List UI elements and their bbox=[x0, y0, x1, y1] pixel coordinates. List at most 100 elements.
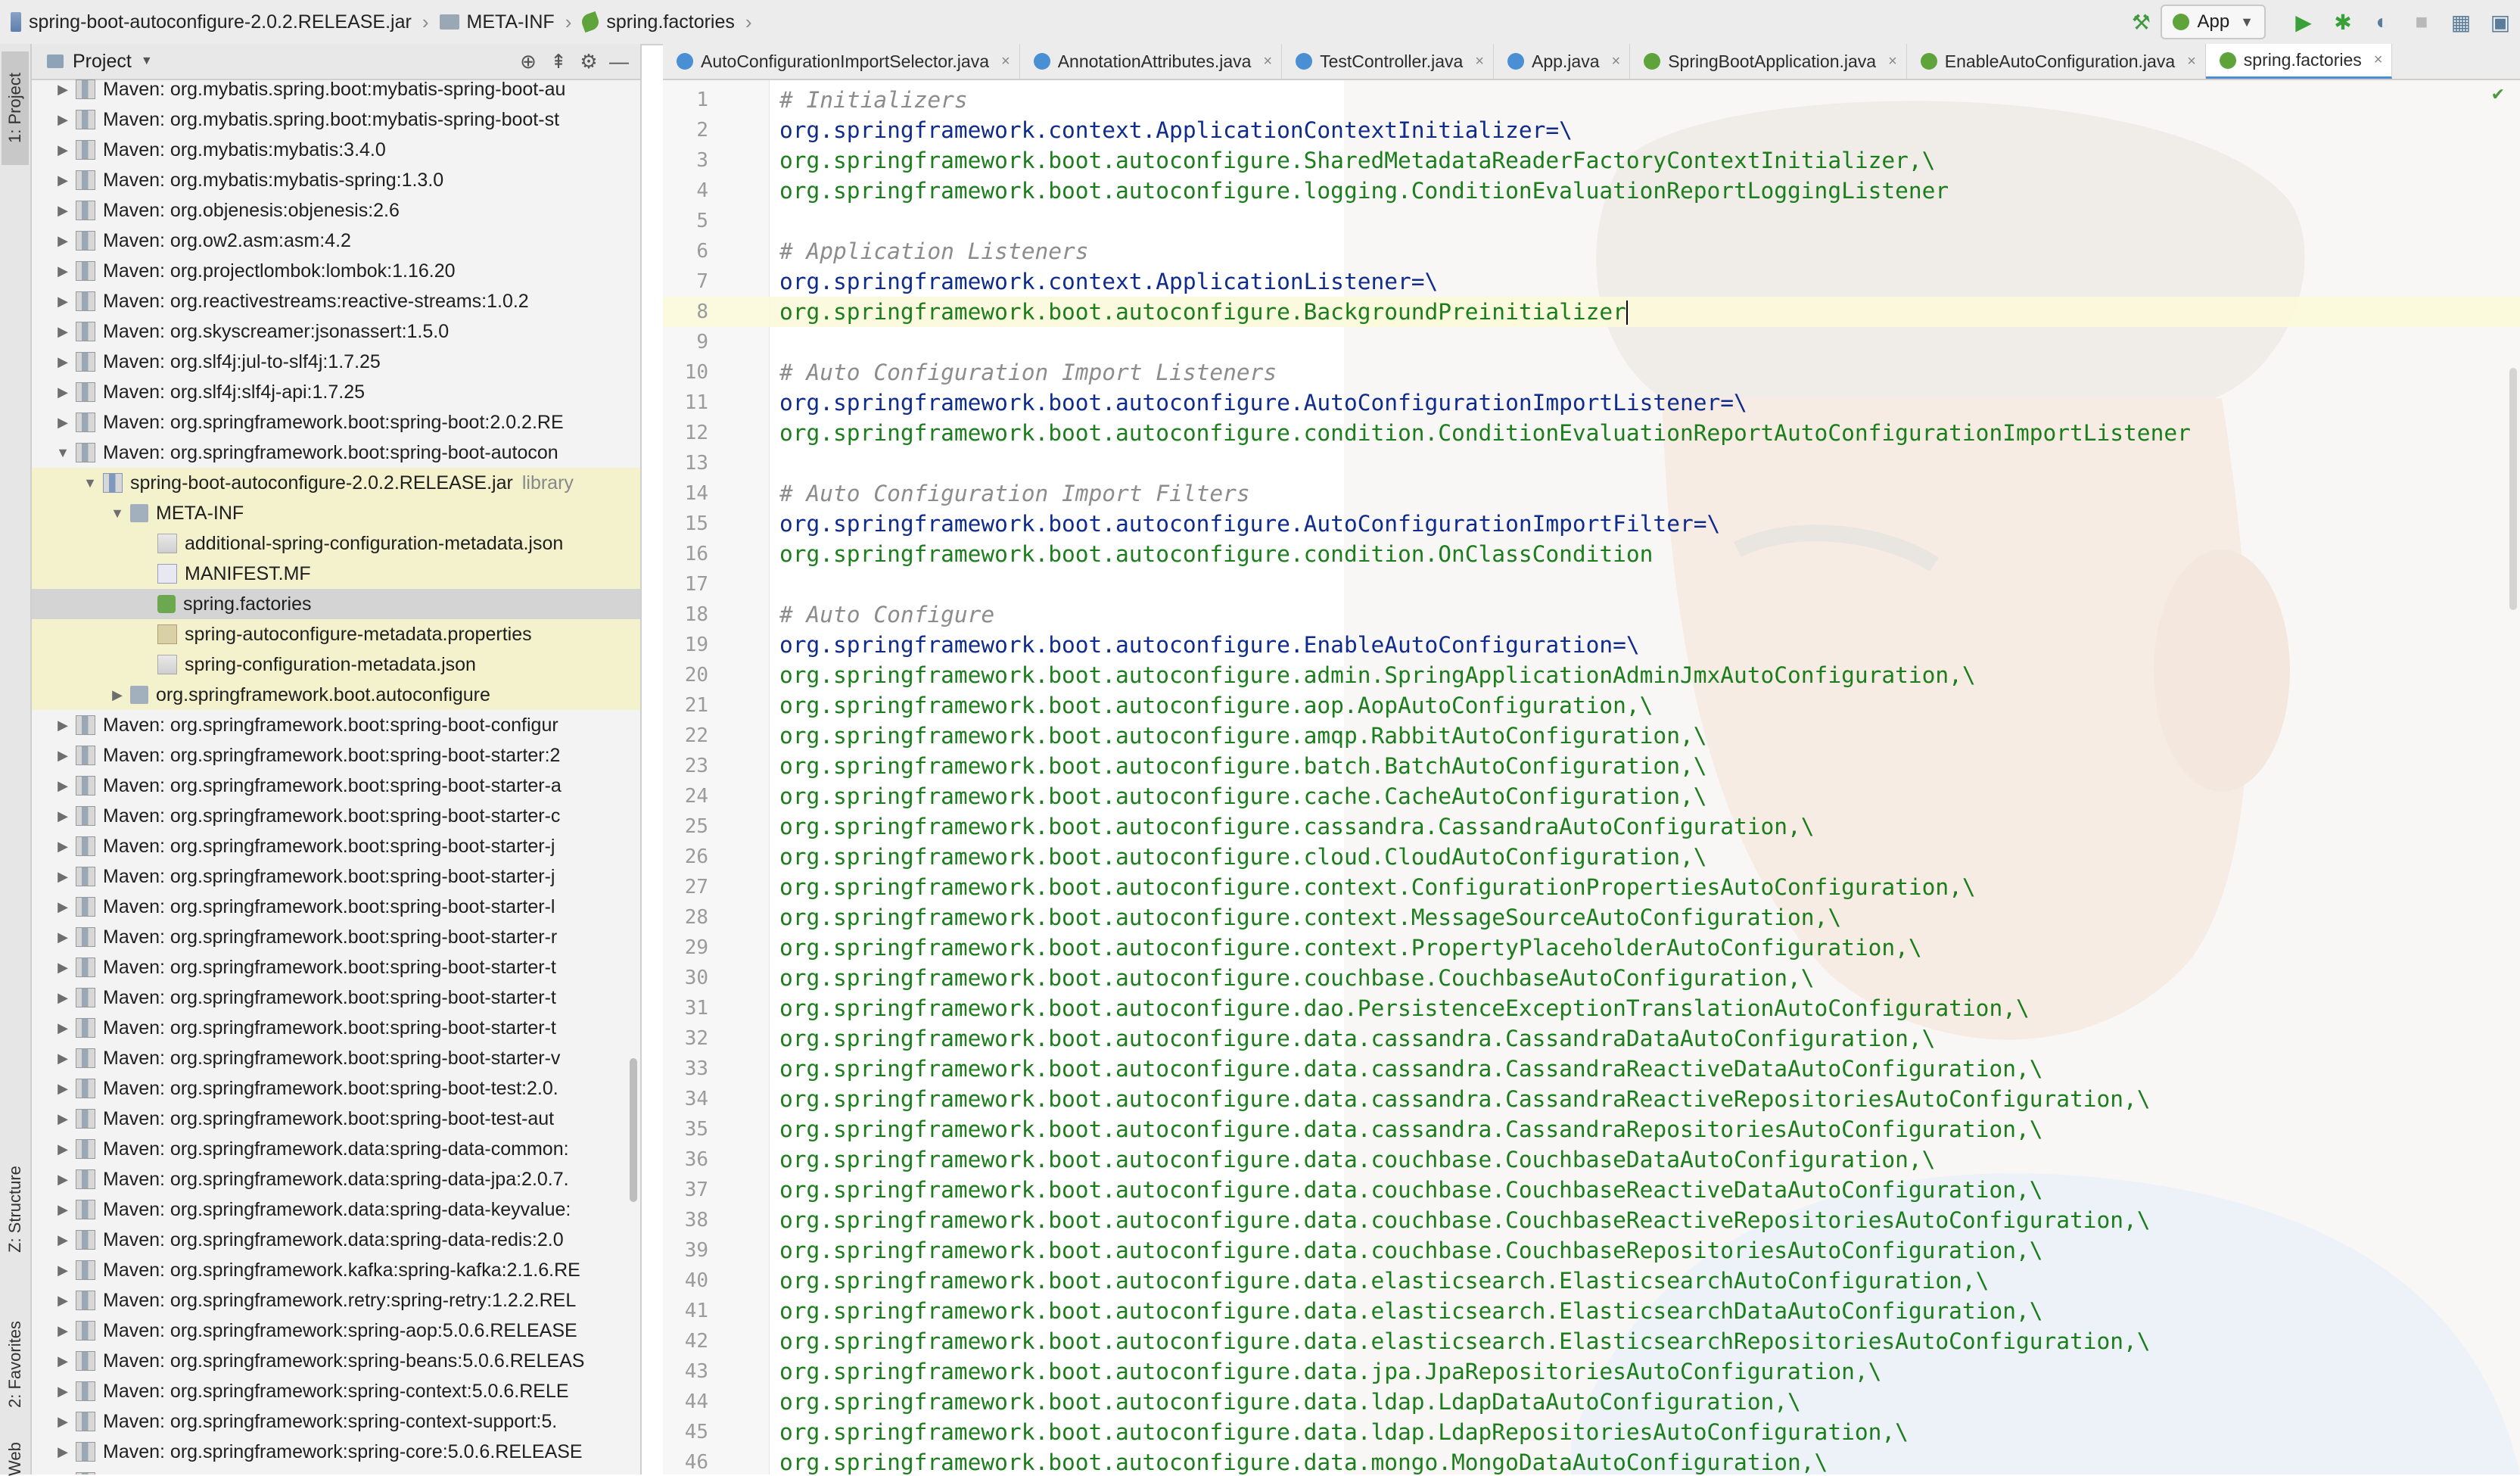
editor-tab[interactable]: spring.factories × bbox=[2205, 44, 2393, 79]
code-line[interactable]: 29 org.springframework.boot.autoconfigure… bbox=[663, 933, 2520, 963]
tree-item[interactable]: ▶ Maven: org.springframework.boot:spring-… bbox=[32, 1104, 640, 1134]
collapsed-arrow-icon[interactable]: ▶ bbox=[53, 142, 73, 158]
code-line[interactable]: 8 org.springframework.boot.autoconfigure.… bbox=[663, 297, 2520, 327]
tree-item[interactable]: ▶ Maven: org.springframework.boot:spring-… bbox=[32, 922, 640, 952]
chevron-down-icon[interactable]: ▼ bbox=[141, 54, 153, 68]
breadcrumb-jar[interactable]: spring-boot-autoconfigure-2.0.2.RELEASE.… bbox=[11, 11, 412, 33]
tree-item[interactable]: ▶ Maven: org.springframework.boot:spring-… bbox=[32, 982, 640, 1013]
collapsed-arrow-icon[interactable]: ▶ bbox=[53, 294, 73, 310]
tree-item[interactable]: ▶Maven: org.springframework:spring-expre… bbox=[32, 1467, 640, 1474]
editor-tab[interactable]: AutoConfigurationImportSelector.java × bbox=[663, 44, 1020, 79]
code-line[interactable]: 33 org.springframework.boot.autoconfigure… bbox=[663, 1054, 2520, 1084]
code-line[interactable]: 41 org.springframework.boot.autoconfigure… bbox=[663, 1296, 2520, 1326]
editor-tab[interactable]: AnnotationAttributes.java × bbox=[1020, 44, 1283, 79]
tree-item[interactable]: ▶ Maven: org.springframework:spring-conte… bbox=[32, 1376, 640, 1406]
expanded-arrow-icon[interactable]: ▼ bbox=[107, 506, 127, 522]
tree-item[interactable]: additional-spring-configuration-metadata… bbox=[32, 528, 640, 559]
tree-item[interactable]: ▶ Maven: org.springframework:spring-beans… bbox=[32, 1346, 640, 1376]
tree-item[interactable]: ▶ Maven: org.springframework.boot:spring-… bbox=[32, 861, 640, 892]
code-line[interactable]: 43 org.springframework.boot.autoconfigure… bbox=[663, 1356, 2520, 1387]
editor-tab[interactable]: SpringBootApplication.java × bbox=[1630, 44, 1907, 79]
breadcrumb-file[interactable]: spring.factories bbox=[580, 11, 735, 33]
expanded-arrow-icon[interactable]: ▼ bbox=[53, 445, 73, 461]
debug-bug-icon[interactable]: ✱ bbox=[2328, 7, 2358, 37]
tree-item[interactable]: spring-configuration-metadata.json bbox=[32, 649, 640, 680]
code-line[interactable]: 23 org.springframework.boot.autoconfigure… bbox=[663, 751, 2520, 781]
hide-panel-icon[interactable]: — bbox=[604, 50, 634, 73]
project-view-select[interactable]: Project bbox=[73, 51, 132, 73]
collapsed-arrow-icon[interactable]: ▶ bbox=[53, 718, 73, 733]
editor-tab[interactable]: TestController.java × bbox=[1282, 44, 1494, 79]
collapse-all-icon[interactable]: ⇞ bbox=[543, 50, 574, 73]
tree-item[interactable]: ▶ Maven: org.ow2.asm:asm:4.2 bbox=[32, 226, 640, 256]
tool-window-structure-tab[interactable]: Z: Structure bbox=[2, 1141, 29, 1278]
code-line[interactable]: 2 org.springframework.context.Application… bbox=[663, 115, 2520, 145]
tree-item[interactable]: ▶ Maven: org.springframework.data:spring-… bbox=[32, 1134, 640, 1164]
collapsed-arrow-icon[interactable]: ▶ bbox=[53, 1444, 73, 1460]
code-line[interactable]: 34 org.springframework.boot.autoconfigure… bbox=[663, 1084, 2520, 1114]
close-icon[interactable]: × bbox=[2187, 53, 2196, 70]
code-line[interactable]: 20 org.springframework.boot.autoconfigure… bbox=[663, 660, 2520, 690]
tree-item[interactable]: ▶ Maven: org.springframework.data:spring-… bbox=[32, 1164, 640, 1194]
collapsed-arrow-icon[interactable]: ▶ bbox=[53, 354, 73, 370]
tree-item[interactable]: spring-autoconfigure-metadata.properties bbox=[32, 619, 640, 649]
code-line[interactable]: 10 # Auto Configuration Import Listeners bbox=[663, 357, 2520, 388]
coverage-icon[interactable]: ◐ bbox=[2367, 7, 2397, 37]
tree-item[interactable]: ▶ Maven: org.springframework.data:spring-… bbox=[32, 1194, 640, 1225]
tree-item[interactable]: ▶ Maven: org.springframework.data:spring-… bbox=[32, 1225, 640, 1255]
code-line[interactable]: 15 org.springframework.boot.autoconfigure… bbox=[663, 509, 2520, 539]
tree-item[interactable]: ▶ Maven: org.mybatis:mybatis-spring:1.3.0 bbox=[32, 165, 640, 195]
stop-icon[interactable]: ■ bbox=[2406, 7, 2437, 37]
collapsed-arrow-icon[interactable]: ▶ bbox=[53, 203, 73, 219]
collapsed-arrow-icon[interactable]: ▶ bbox=[53, 1020, 73, 1036]
collapsed-arrow-icon[interactable]: ▶ bbox=[53, 808, 73, 824]
editor-tab[interactable]: EnableAutoConfiguration.java × bbox=[1907, 44, 2206, 79]
collapsed-arrow-icon[interactable]: ▶ bbox=[53, 1293, 73, 1309]
breadcrumb-folder[interactable]: META-INF bbox=[439, 11, 555, 33]
collapsed-arrow-icon[interactable]: ▶ bbox=[53, 263, 73, 279]
build-hammer-icon[interactable]: ⚒ bbox=[2126, 7, 2156, 37]
collapsed-arrow-icon[interactable]: ▶ bbox=[53, 930, 73, 945]
tree-item[interactable]: ▶ Maven: org.springframework.boot:spring-… bbox=[32, 952, 640, 982]
code-line[interactable]: 38 org.springframework.boot.autoconfigure… bbox=[663, 1205, 2520, 1235]
tree-item[interactable]: ▶ Maven: org.mybatis:mybatis:3.4.0 bbox=[32, 135, 640, 165]
tree-item[interactable]: ▶ Maven: org.springframework.boot:spring-… bbox=[32, 801, 640, 831]
code-line[interactable]: 32 org.springframework.boot.autoconfigure… bbox=[663, 1023, 2520, 1054]
code-line[interactable]: 27 org.springframework.boot.autoconfigure… bbox=[663, 872, 2520, 902]
collapsed-arrow-icon[interactable]: ▶ bbox=[53, 82, 73, 98]
collapsed-arrow-icon[interactable]: ▶ bbox=[53, 173, 73, 188]
code-line[interactable]: 3 org.springframework.boot.autoconfigure.… bbox=[663, 145, 2520, 176]
collapsed-arrow-icon[interactable]: ▶ bbox=[53, 1051, 73, 1067]
collapsed-arrow-icon[interactable]: ▶ bbox=[53, 324, 73, 340]
close-icon[interactable]: × bbox=[1888, 53, 1897, 70]
tree-item[interactable]: ▶ Maven: org.mybatis.spring.boot:mybatis-… bbox=[32, 104, 640, 135]
code-line[interactable]: 37 org.springframework.boot.autoconfigure… bbox=[663, 1175, 2520, 1205]
collapsed-arrow-icon[interactable]: ▶ bbox=[53, 1081, 73, 1097]
close-icon[interactable]: × bbox=[1263, 53, 1272, 70]
code-line[interactable]: 26 org.springframework.boot.autoconfigure… bbox=[663, 842, 2520, 872]
collapsed-arrow-icon[interactable]: ▶ bbox=[53, 112, 73, 128]
collapsed-arrow-icon[interactable]: ▶ bbox=[53, 1414, 73, 1430]
code-line[interactable]: 31 org.springframework.boot.autoconfigure… bbox=[663, 993, 2520, 1023]
code-line[interactable]: 44 org.springframework.boot.autoconfigure… bbox=[663, 1387, 2520, 1417]
run-configuration-select[interactable]: App ▼ bbox=[2161, 5, 2266, 39]
code-line[interactable]: 39 org.springframework.boot.autoconfigure… bbox=[663, 1235, 2520, 1266]
editor-scrollbar[interactable] bbox=[2509, 368, 2517, 610]
tree-item[interactable]: ▶ Maven: org.springframework.boot:spring-… bbox=[32, 710, 640, 740]
gear-icon[interactable]: ⚙ bbox=[574, 50, 604, 73]
tree-item[interactable]: MANIFEST.MF bbox=[32, 559, 640, 589]
close-icon[interactable]: × bbox=[1001, 53, 1010, 70]
collapsed-arrow-icon[interactable]: ▶ bbox=[53, 960, 73, 976]
code-line[interactable]: 13 bbox=[663, 448, 2520, 478]
expanded-arrow-icon[interactable]: ▼ bbox=[80, 475, 100, 491]
code-line[interactable]: 5 bbox=[663, 206, 2520, 236]
tree-item[interactable]: ▶ Maven: org.mybatis.spring.boot:mybatis-… bbox=[32, 74, 640, 104]
tree-item[interactable]: ▶ Maven: org.skyscreamer:jsonassert:1.5.0 bbox=[32, 316, 640, 347]
code-line[interactable]: 14 # Auto Configuration Import Filters bbox=[663, 478, 2520, 509]
tool-window-favorites-tab[interactable]: 2: Favorites bbox=[2, 1300, 29, 1429]
tree-item[interactable]: ▶ Maven: org.springframework.boot:spring-… bbox=[32, 407, 640, 438]
code-line[interactable]: 19 org.springframework.boot.autoconfigure… bbox=[663, 630, 2520, 660]
code-line[interactable]: 40 org.springframework.boot.autoconfigure… bbox=[663, 1266, 2520, 1296]
close-icon[interactable]: × bbox=[1612, 53, 1621, 70]
code-line[interactable]: 4 org.springframework.boot.autoconfigure.… bbox=[663, 176, 2520, 206]
